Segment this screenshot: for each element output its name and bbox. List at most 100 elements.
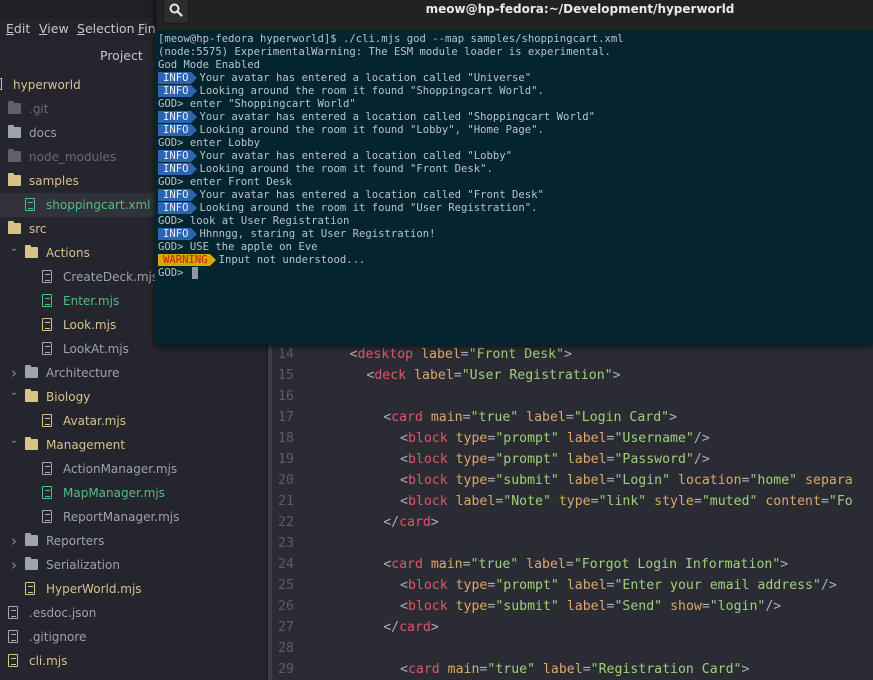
- terminal-window[interactable]: meow@hp-fedora:~/Development/hyperworld …: [155, 0, 873, 345]
- code-token: "Username": [614, 431, 694, 446]
- code-token: type: [455, 578, 488, 593]
- code-text: <deck label="User Registration">: [366, 365, 620, 386]
- chevron-down-icon[interactable]: ⌄: [9, 237, 19, 261]
- code-token: "submit": [495, 473, 559, 488]
- tree-file-item[interactable]: MapManager.mjs: [0, 481, 268, 505]
- code-token: >: [780, 557, 789, 572]
- code-token: label: [566, 452, 607, 467]
- line-number: 22: [278, 515, 294, 530]
- tree-item-label: ActionManager.mjs: [63, 462, 178, 476]
- line-number: 27: [278, 620, 294, 635]
- file-icon: [8, 654, 18, 667]
- terminal-line: GOD> enter "Shoppingcart World": [158, 98, 356, 111]
- code-token: label: [566, 599, 607, 614]
- menu-selection[interactable]: Selection: [77, 21, 135, 36]
- tree-item-label: Avatar.mjs: [63, 414, 126, 428]
- code-token: >: [669, 410, 678, 425]
- menu-edit[interactable]: Edit: [6, 21, 30, 36]
- info-badge: INFO: [158, 189, 196, 201]
- tree-file-item[interactable]: HyperWorld.mjs: [0, 577, 268, 601]
- tree-file-item[interactable]: .gitignore: [0, 625, 268, 649]
- tree-file-item[interactable]: Avatar.mjs: [0, 409, 268, 433]
- code-token: label: [566, 473, 607, 488]
- folder-icon: [25, 557, 38, 570]
- code-token: =: [460, 347, 469, 362]
- tree-folder-item[interactable]: › Serialization: [0, 553, 268, 577]
- line-number: 14: [278, 347, 294, 362]
- line-number: 29: [278, 662, 294, 677]
- chevron-down-icon[interactable]: ⌄: [9, 381, 19, 405]
- code-token: "Login": [614, 473, 671, 488]
- tree-folder-item[interactable]: ⌄ Management: [0, 433, 268, 457]
- tree-file-item[interactable]: ReportManager.mjs: [0, 505, 268, 529]
- line-number: 20: [278, 473, 294, 488]
- code-token: "prompt": [495, 431, 559, 446]
- terminal-line-text: Your avatar has entered a location calle…: [199, 189, 544, 201]
- code-token: =: [462, 557, 471, 572]
- code-token: block: [407, 494, 448, 509]
- code-text: <card main="true" label="Forgot Login In…: [383, 554, 788, 575]
- code-token: "prompt": [495, 578, 559, 593]
- code-token: "home": [749, 473, 798, 488]
- file-icon: [42, 414, 52, 427]
- code-token: />: [693, 452, 710, 467]
- terminal-line-text: GOD>: [158, 267, 190, 279]
- chevron-right-icon[interactable]: ›: [9, 553, 19, 577]
- tree-item-label: Architecture: [46, 366, 120, 380]
- menu-label: election: [84, 21, 135, 36]
- menu-mnemonic: S: [77, 21, 85, 36]
- menu-view[interactable]: View: [39, 21, 69, 36]
- line-number: 18: [278, 431, 294, 446]
- line-number: 19: [278, 452, 294, 467]
- code-token: block: [407, 452, 448, 467]
- code-text: <block type="prompt" label="Enter your e…: [400, 575, 837, 596]
- code-token: <: [400, 662, 408, 677]
- code-token: label: [455, 494, 496, 509]
- folder-icon: [25, 533, 38, 546]
- tree-item-label: docs: [29, 126, 57, 140]
- chevron-down-icon[interactable]: ⌄: [9, 429, 19, 453]
- menu-find[interactable]: Fin: [138, 21, 156, 36]
- tree-folder-item[interactable]: ⌄ Biology: [0, 385, 268, 409]
- terminal-line-text: GOD> enter Lobby: [158, 137, 261, 149]
- tree-folder-item[interactable]: › Architecture: [0, 361, 268, 385]
- code-token: "Forgot Login Information": [573, 557, 781, 572]
- tree-file-item[interactable]: cli.mjs: [0, 649, 268, 673]
- code-token: "Enter your email address": [614, 578, 821, 593]
- chevron-right-icon[interactable]: ›: [9, 529, 19, 553]
- code-token: =: [582, 662, 591, 677]
- tree-item-label: Look.mjs: [63, 318, 117, 332]
- code-text: <block label="Note" type="link" style="m…: [400, 491, 853, 512]
- folder-icon: [25, 437, 38, 450]
- tree-folder-item[interactable]: › Reporters: [0, 529, 268, 553]
- code-token: "true": [470, 557, 519, 572]
- code-text: <block type="prompt" label="Password"/>: [400, 449, 710, 470]
- code-token: label: [421, 347, 461, 362]
- terminal-line: GOD> look at User Registration: [158, 215, 349, 228]
- code-token: >: [430, 515, 439, 530]
- file-icon: [42, 462, 52, 475]
- code-token: separa: [805, 473, 853, 488]
- code-token: =: [565, 410, 574, 425]
- tree-item-label: Biology: [46, 390, 91, 404]
- terminal-output[interactable]: [meow@hp-fedora hyperworld]$ ./cli.mjs g…: [155, 30, 873, 345]
- terminal-line-text: Looking around the room it found "Front …: [199, 163, 493, 175]
- terminal-line: GOD>: [158, 267, 198, 280]
- tree-file-item[interactable]: .esdoc.json: [0, 601, 268, 625]
- tree-item-label: Serialization: [46, 558, 120, 572]
- code-token: content: [765, 494, 821, 509]
- tree-file-item[interactable]: ActionManager.mjs: [0, 457, 268, 481]
- file-icon: [8, 630, 18, 643]
- terminal-line: INFO Your avatar has entered a location c…: [158, 72, 531, 85]
- code-token: type: [455, 473, 488, 488]
- tree-item-label: .git: [29, 102, 49, 116]
- terminal-line: (node:5575) ExperimentalWarning: The ESM…: [158, 46, 611, 59]
- tree-item-label: Actions: [46, 246, 90, 260]
- code-token: </: [383, 515, 400, 530]
